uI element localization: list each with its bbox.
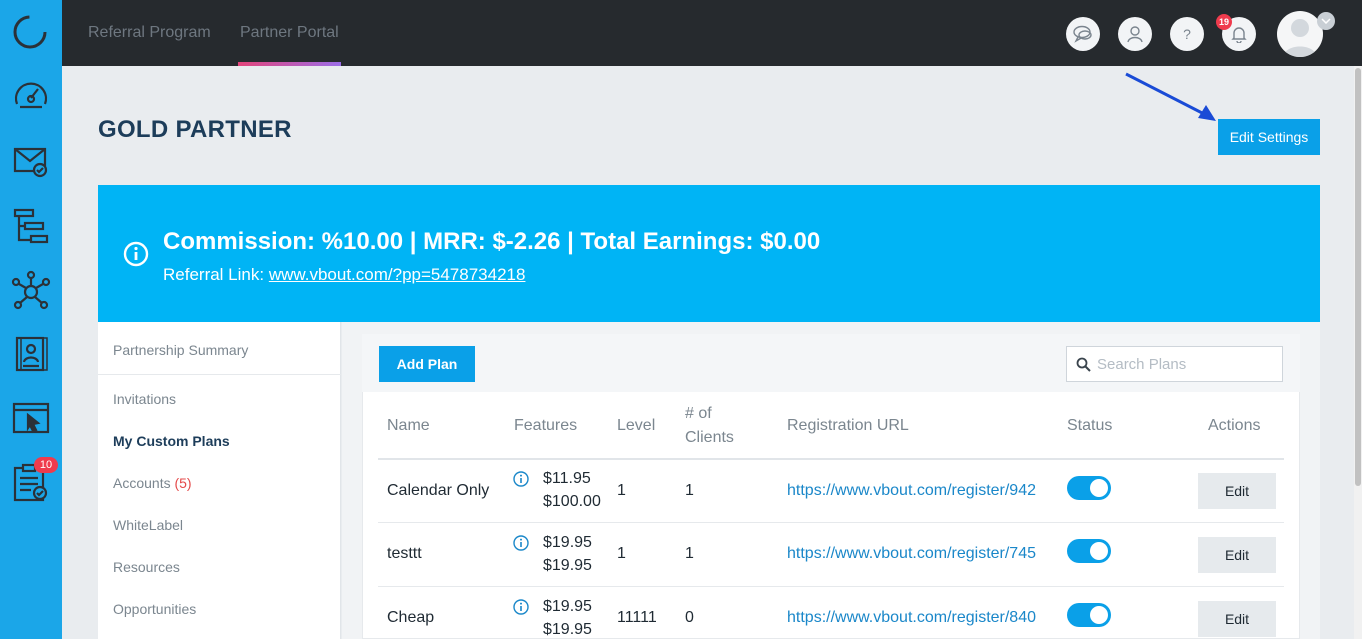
tab-partner-portal[interactable]: Partner Portal (240, 0, 339, 66)
partner-stats-banner: Commission: %10.00 | MRR: $-2.26 | Total… (98, 185, 1320, 322)
row1-plan-name: Calendar Only (387, 482, 490, 499)
page-scrollbar-thumb[interactable] (1355, 68, 1361, 486)
help-icon: ? (1183, 26, 1191, 42)
add-plan-button[interactable]: Add Plan (379, 346, 475, 382)
annotation-arrow-icon (1125, 72, 1216, 121)
submenu-invitations[interactable]: Invitations (113, 391, 176, 407)
row1-registration-url[interactable]: https://www.vbout.com/register/942 (787, 482, 1036, 500)
partner-submenu: Partnership Summary Invitations My Custo… (98, 322, 341, 639)
table-row-divider (378, 522, 1284, 523)
search-plans-field[interactable] (1066, 346, 1283, 382)
col-header-level: Level (617, 417, 656, 434)
features-info-icon[interactable] (513, 471, 529, 487)
submenu-opportunities[interactable]: Opportunities (113, 601, 196, 617)
row1-clients: 1 (685, 482, 694, 499)
row1-level: 1 (617, 482, 626, 499)
col-header-clients-line2: Clients (685, 429, 734, 446)
col-header-clients-line1: # of (685, 405, 712, 422)
user-support-icon (1127, 26, 1143, 43)
chat-button[interactable] (1066, 17, 1100, 51)
submenu-partnership-summary[interactable]: Partnership Summary (113, 342, 248, 358)
features-info-icon[interactable] (513, 599, 529, 615)
row2-price-2: $19.95 (543, 557, 592, 574)
row1-price-1: $11.95 (543, 470, 591, 487)
row2-clients: 1 (685, 545, 694, 562)
contacts-support-button[interactable] (1118, 17, 1152, 51)
row3-registration-url[interactable]: https://www.vbout.com/register/840 (787, 609, 1036, 627)
app-sidebar: 10 (0, 0, 62, 639)
workflow-icon[interactable] (11, 206, 51, 246)
submenu-divider (98, 374, 341, 375)
submenu-accounts[interactable]: Accounts (5) (113, 475, 192, 491)
chevron-down-icon (1321, 18, 1331, 24)
features-info-icon[interactable] (513, 535, 529, 551)
landing-page-icon[interactable] (11, 398, 51, 438)
referral-link[interactable]: www.vbout.com/?pp=5478734218 (269, 265, 526, 284)
edit-settings-button[interactable]: Edit Settings (1218, 119, 1320, 155)
table-row-divider (378, 586, 1284, 587)
row1-edit-button[interactable]: Edit (1198, 473, 1276, 509)
row2-price-1: $19.95 (543, 534, 592, 551)
referral-link-row: Referral Link: www.vbout.com/?pp=5478734… (163, 265, 525, 285)
col-header-status: Status (1067, 417, 1113, 434)
row3-price-1: $19.95 (543, 598, 592, 615)
row1-price-2: $100.00 (543, 493, 601, 510)
row3-level: 11111 (617, 609, 657, 626)
col-header-registration-url: Registration URL (787, 417, 909, 434)
submenu-accounts-label: Accounts (113, 475, 171, 491)
row3-clients: 0 (685, 609, 694, 626)
row1-status-toggle[interactable] (1067, 476, 1111, 500)
info-icon (123, 241, 149, 267)
row2-plan-name: testtt (387, 545, 422, 562)
submenu-whitelabel[interactable]: WhiteLabel (113, 517, 183, 533)
active-tab-indicator (238, 62, 341, 66)
avatar-placeholder-icon (1283, 19, 1317, 57)
notifications-badge: 19 (1216, 14, 1232, 30)
tasks-badge: 10 (34, 457, 58, 473)
row3-edit-button[interactable]: Edit (1198, 601, 1276, 637)
page-title: GOLD PARTNER (98, 116, 292, 143)
referral-link-label: Referral Link: (163, 265, 265, 284)
commission-summary: Commission: %10.00 | MRR: $-2.26 | Total… (163, 228, 821, 255)
app-logo-icon[interactable] (12, 14, 48, 50)
row2-edit-button[interactable]: Edit (1198, 537, 1276, 573)
chat-icon (1073, 25, 1092, 43)
dashboard-icon[interactable] (11, 76, 51, 116)
col-header-name: Name (387, 417, 430, 434)
col-header-actions: Actions (1208, 417, 1261, 434)
row3-plan-name: Cheap (387, 609, 435, 626)
bell-icon (1231, 27, 1247, 43)
mail-icon[interactable] (11, 140, 51, 180)
accounts-count: (5) (174, 475, 192, 491)
table-header-divider (378, 458, 1284, 460)
tab-referral-program[interactable]: Referral Program (88, 0, 211, 66)
row3-price-2: $19.95 (543, 621, 592, 638)
user-avatar[interactable] (1277, 11, 1323, 57)
row2-registration-url[interactable]: https://www.vbout.com/register/745 (787, 545, 1036, 563)
row2-level: 1 (617, 545, 626, 562)
contacts-icon[interactable] (11, 334, 51, 374)
submenu-my-custom-plans[interactable]: My Custom Plans (113, 433, 230, 449)
top-navigation-bar: Referral Program Partner Portal (62, 0, 1362, 66)
row3-status-toggle[interactable] (1067, 603, 1111, 627)
submenu-resources[interactable]: Resources (113, 559, 180, 575)
row2-status-toggle[interactable] (1067, 539, 1111, 563)
network-icon[interactable] (11, 270, 51, 310)
search-icon (1076, 357, 1091, 372)
col-header-features: Features (514, 417, 578, 434)
search-plans-input[interactable] (1097, 347, 1277, 381)
help-button[interactable]: ? (1170, 17, 1204, 51)
user-menu-caret[interactable] (1317, 12, 1335, 30)
